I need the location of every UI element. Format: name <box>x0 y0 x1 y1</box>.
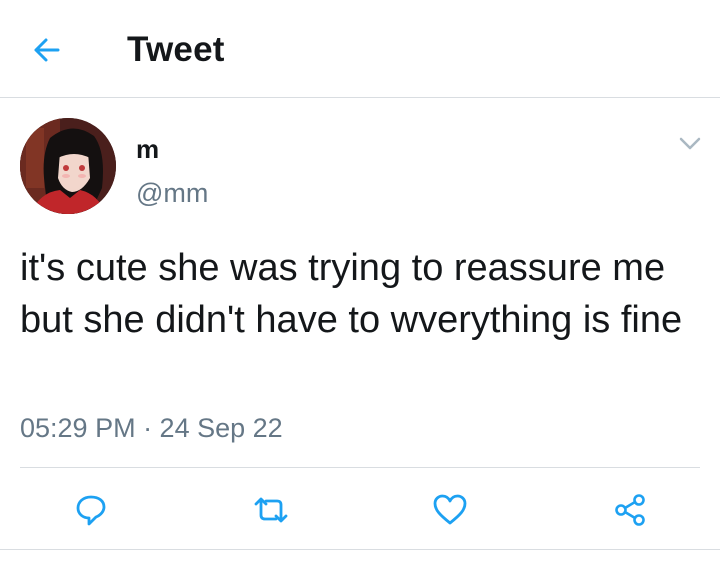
author-handle[interactable]: @mm <box>136 177 208 209</box>
retweet-icon <box>254 497 288 523</box>
back-button[interactable] <box>22 28 70 72</box>
tweet-text: it's cute she was trying to reassure me … <box>20 247 683 341</box>
tweet-timestamp[interactable]: 05:29 PM · 24 Sep 22 <box>20 412 283 444</box>
like-button[interactable] <box>426 484 474 536</box>
page-title: Tweet <box>127 30 225 69</box>
reply-button[interactable] <box>67 484 115 536</box>
top-bar: Tweet <box>0 0 720 98</box>
chevron-down-icon <box>679 137 701 150</box>
avatar[interactable] <box>20 118 116 214</box>
retweet-button[interactable] <box>247 484 295 536</box>
arrow-left-icon <box>34 38 60 62</box>
tweet-menu-button[interactable] <box>674 132 706 156</box>
author-name[interactable]: m <box>136 134 159 164</box>
share-icon <box>615 494 645 526</box>
share-button[interactable] <box>606 484 654 536</box>
avatar-image <box>20 118 116 214</box>
like-icon <box>433 494 467 525</box>
divider <box>20 467 700 468</box>
tweet-actions <box>0 484 720 536</box>
divider-bottom <box>0 549 720 550</box>
reply-icon <box>76 495 106 526</box>
